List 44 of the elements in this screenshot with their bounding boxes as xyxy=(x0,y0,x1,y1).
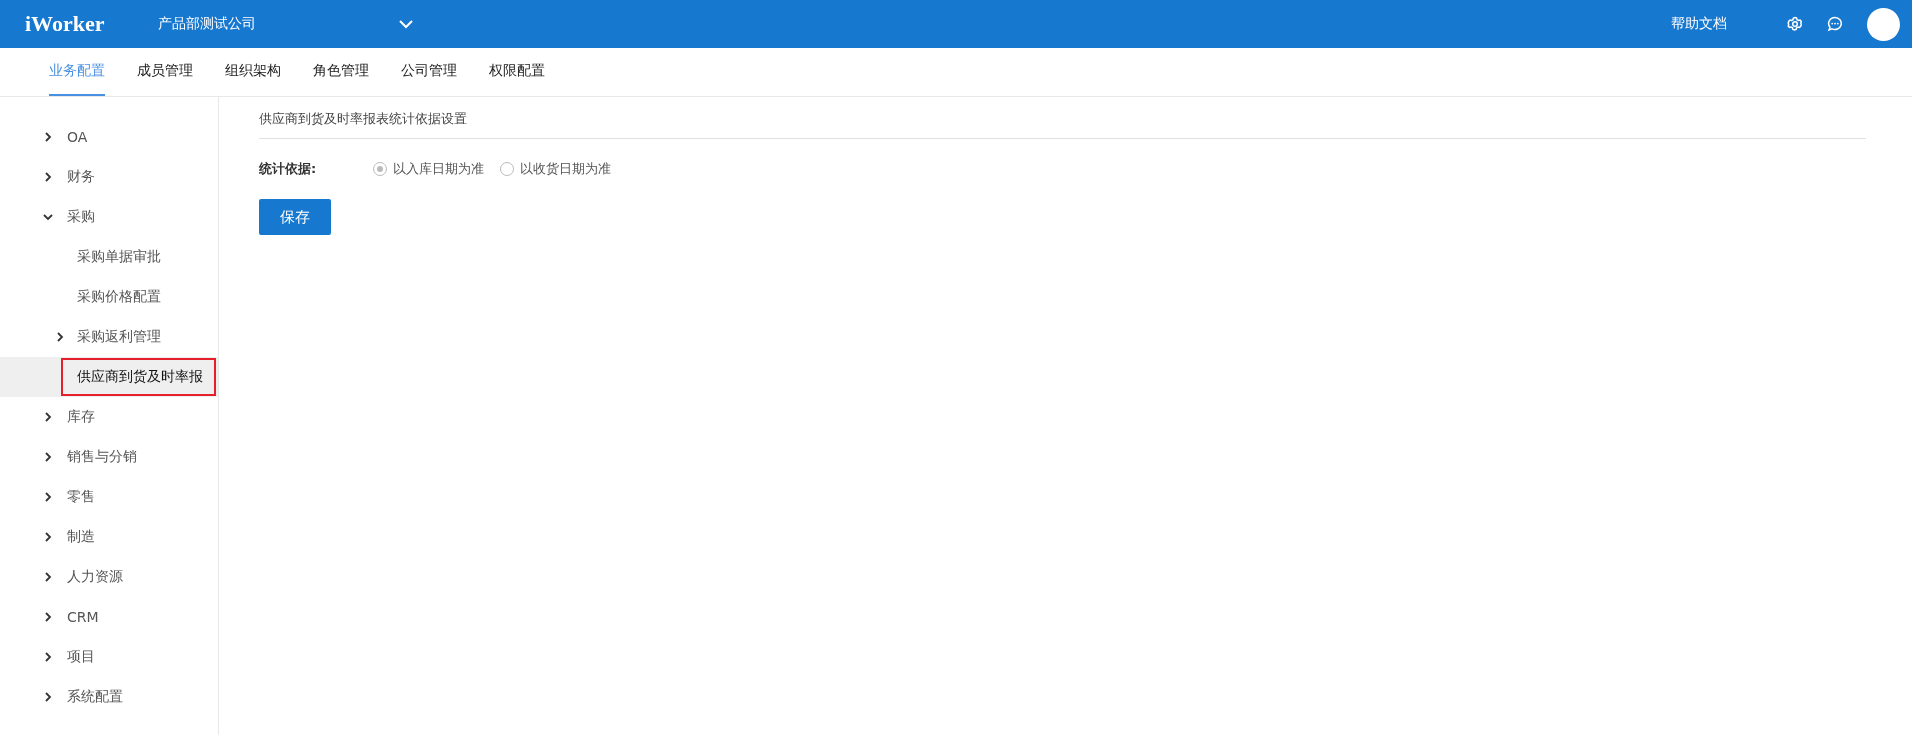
form-label: 统计依据: xyxy=(259,160,318,178)
chevron-right-icon xyxy=(43,572,53,582)
sidebar-item[interactable]: CRM xyxy=(0,597,218,637)
chevron-down-icon[interactable] xyxy=(399,19,414,29)
chevron-right-icon xyxy=(43,132,53,142)
sidebar-item[interactable]: 制造 xyxy=(0,517,218,557)
chevron-right-icon xyxy=(55,332,65,342)
sidebar-item[interactable]: 采购 xyxy=(0,197,218,237)
chevron-right-icon xyxy=(43,492,53,502)
chevron-right-icon xyxy=(43,452,53,462)
logo[interactable]: iWorker xyxy=(25,11,105,37)
section-title: 供应商到货及时率报表统计依据设置 xyxy=(259,97,1866,139)
sidebar-item[interactable]: 零售 xyxy=(0,477,218,517)
sidebar-item[interactable]: 库存 xyxy=(0,397,218,437)
nav-tab[interactable]: 权限配置 xyxy=(489,48,545,96)
nav-tab[interactable]: 公司管理 xyxy=(401,48,457,96)
save-button[interactable]: 保存 xyxy=(259,199,331,235)
nav-tab[interactable]: 组织架构 xyxy=(225,48,281,96)
avatar[interactable] xyxy=(1867,7,1900,41)
sidebar-item[interactable]: 系统配置 xyxy=(0,677,218,717)
company-name[interactable]: 产品部测试公司 xyxy=(158,15,257,33)
sidebar-item[interactable]: 项目 xyxy=(0,637,218,677)
chevron-right-icon xyxy=(43,612,53,622)
sidebar-item[interactable]: 人力资源 xyxy=(0,557,218,597)
settings-icon[interactable] xyxy=(1787,16,1803,32)
sidebar-item[interactable]: 销售与分销 xyxy=(0,437,218,477)
nav-tab[interactable]: 成员管理 xyxy=(137,48,193,96)
chat-icon[interactable] xyxy=(1827,16,1843,32)
sidebar-subitem[interactable]: 采购返利管理 xyxy=(0,317,218,357)
sidebar-item[interactable]: 财务 xyxy=(0,157,218,197)
chevron-right-icon xyxy=(43,692,53,702)
radio-option[interactable]: 以入库日期为准 xyxy=(373,160,484,178)
sidebar-subitem[interactable]: 采购单据审批 xyxy=(0,237,218,277)
sidebar-subitem[interactable]: 供应商到货及时率报 xyxy=(0,357,218,397)
chevron-right-icon xyxy=(43,172,53,182)
chevron-right-icon xyxy=(43,412,53,422)
sidebar-item[interactable]: OA xyxy=(0,117,218,157)
radio-option[interactable]: 以收货日期为准 xyxy=(500,160,611,178)
chevron-down-icon xyxy=(43,212,53,222)
sidebar-subitem[interactable]: 采购价格配置 xyxy=(0,277,218,317)
nav-tab[interactable]: 角色管理 xyxy=(313,48,369,96)
chevron-right-icon xyxy=(43,532,53,542)
chevron-right-icon xyxy=(43,652,53,662)
help-docs-link[interactable]: 帮助文档 xyxy=(1671,15,1727,33)
